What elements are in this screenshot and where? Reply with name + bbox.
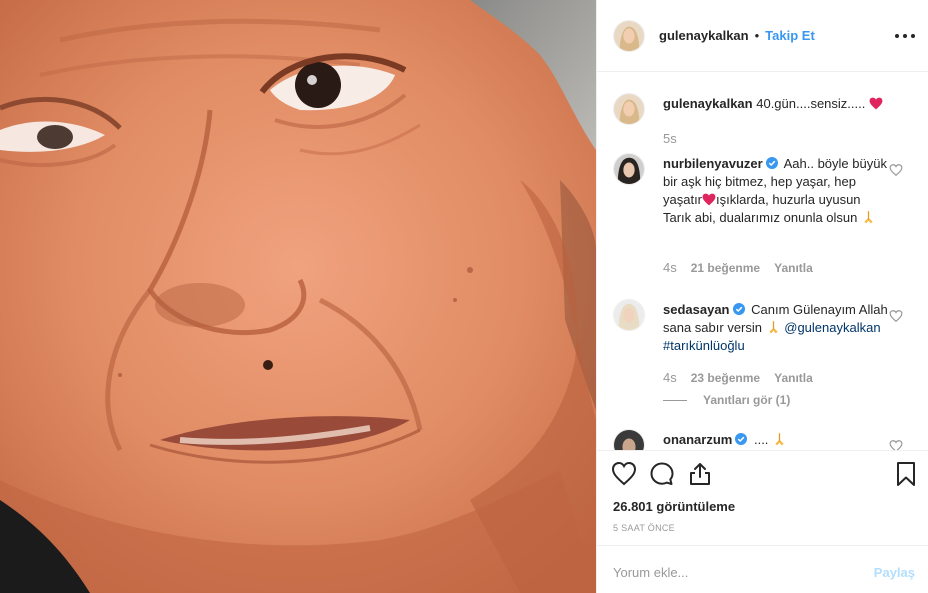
face-closeup-image (0, 0, 596, 593)
comment-meta: 4s 23 beğenme Yanıtla (663, 370, 813, 385)
like-comment-heart-icon[interactable] (889, 309, 903, 323)
red-heart-icon (702, 193, 716, 206)
comment-body: sedasayan Canım Gülenayım Allah sana sab… (663, 301, 891, 355)
comment-age[interactable]: 4s (663, 370, 677, 385)
like-heart-icon[interactable] (611, 461, 637, 487)
post-comment-button[interactable]: Paylaş (874, 565, 915, 580)
commenter-avatar[interactable] (613, 153, 645, 185)
post-timestamp[interactable]: 5 SAAT ÖNCE (613, 523, 675, 533)
post-side-panel: gulenaykalkan • Takip Et gulenaykalkan 4… (596, 0, 928, 593)
caption-body: gulenaykalkan 40.gün....sensiz..... (663, 95, 891, 113)
verified-badge-icon (735, 433, 748, 445)
praying-hands-icon (864, 210, 873, 224)
comments-list[interactable]: gulenaykalkan 40.gün....sensiz..... 5s n… (597, 73, 928, 450)
praying-hands-icon (775, 432, 784, 446)
post-header: gulenaykalkan • Takip Et (597, 0, 928, 72)
caption-text: 40.gün....sensiz..... (756, 96, 866, 111)
red-heart-icon (869, 97, 883, 110)
view-replies-label[interactable]: Yanıtları gör (1) (703, 393, 790, 407)
author-avatar[interactable] (613, 19, 645, 52)
author-avatar[interactable] (613, 93, 645, 125)
like-comment-heart-icon[interactable] (889, 439, 903, 450)
view-replies-button[interactable]: Yanıtları gör (1) (663, 393, 790, 407)
praying-hands-icon (768, 320, 778, 334)
mention-link[interactable]: @gulenaykalkan (784, 320, 880, 335)
comment-body: onanarzum .... (663, 431, 891, 449)
instagram-post: gulenaykalkan • Takip Et gulenaykalkan 4… (0, 0, 928, 593)
comment-username[interactable]: sedasayan (663, 302, 730, 317)
commenter-avatar[interactable] (613, 299, 645, 331)
comment-body: nurbilenyavuzer Aah.. böyle büyük bir aş… (663, 155, 891, 227)
comment-likes[interactable]: 23 beğenme (691, 371, 760, 385)
follow-button[interactable]: Takip Et (765, 28, 815, 43)
comment-meta: 4s 21 beğenme Yanıtla (663, 260, 813, 275)
comment-text-1: .... (753, 432, 769, 447)
comment-bubble-icon[interactable] (649, 461, 675, 487)
comment-likes[interactable]: 21 beğenme (691, 261, 760, 275)
reply-button[interactable]: Yanıtla (774, 261, 813, 275)
more-options-icon[interactable] (895, 26, 915, 46)
replies-divider-line (663, 399, 687, 401)
hashtag-link[interactable]: #tarıkünlüoğlu (663, 338, 745, 353)
separator-dot: • (754, 28, 760, 43)
post-actions: 26.801 görüntüleme 5 SAAT ÖNCE (597, 450, 928, 545)
comment-age[interactable]: 4s (663, 260, 677, 275)
verified-badge-icon (732, 303, 745, 315)
verified-badge-icon (765, 157, 778, 169)
comment-username[interactable]: nurbilenyavuzer (663, 156, 763, 171)
caption-meta: 5s (663, 131, 677, 146)
caption: gulenaykalkan 40.gün....sensiz..... 5s (613, 93, 913, 153)
view-count[interactable]: 26.801 görüntüleme (613, 499, 735, 514)
author-username[interactable]: gulenaykalkan (659, 28, 749, 43)
like-comment-heart-icon[interactable] (889, 163, 903, 177)
comment-item: nurbilenyavuzer Aah.. böyle büyük bir aş… (613, 153, 913, 283)
share-icon[interactable] (687, 461, 713, 487)
commenter-avatar[interactable] (613, 429, 645, 450)
comment-input[interactable]: Yorum ekle... (613, 565, 688, 580)
bookmark-icon[interactable] (893, 461, 919, 487)
reply-button[interactable]: Yanıtla (774, 371, 813, 385)
add-comment-bar: Yorum ekle... Paylaş (597, 545, 928, 593)
post-video[interactable] (0, 0, 596, 593)
comment-username[interactable]: onanarzum (663, 432, 732, 447)
caption-age[interactable]: 5s (663, 131, 677, 146)
comment-item: onanarzum .... (613, 429, 913, 450)
caption-username[interactable]: gulenaykalkan (663, 96, 753, 111)
comment-item: sedasayan Canım Gülenayım Allah sana sab… (613, 299, 913, 429)
